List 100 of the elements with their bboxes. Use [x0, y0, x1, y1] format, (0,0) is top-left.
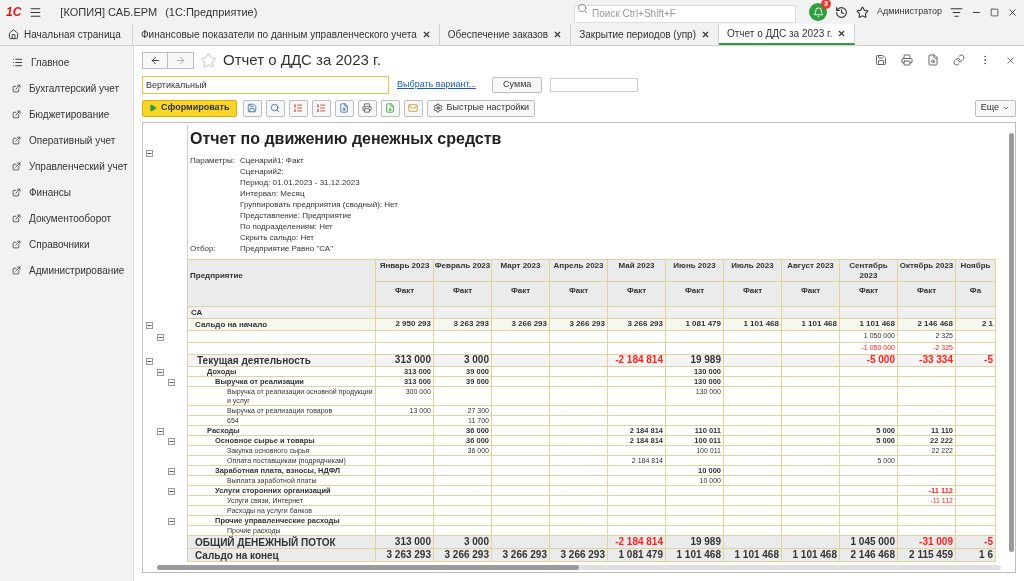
list-icon	[316, 103, 327, 113]
collapse-icon[interactable]	[146, 150, 153, 157]
tab[interactable]: Закрытие периодов (упр)	[571, 24, 719, 45]
table-cell: 1 101 468	[859, 319, 895, 328]
maximize-icon[interactable]	[990, 7, 999, 17]
parameter-text: Период: 01.01.2023 - 31.12.2023	[240, 177, 361, 188]
column-header: Июнь 2023	[673, 261, 716, 272]
collapse-icon[interactable]	[168, 487, 175, 495]
sidebar-item[interactable]: Администрирование	[0, 257, 133, 283]
row-label: Сальдо на начало	[195, 320, 268, 329]
list-icon	[12, 56, 23, 68]
table-cell: 3 263 293	[386, 549, 431, 560]
print-icon[interactable]	[901, 54, 913, 66]
link-icon[interactable]	[953, 54, 965, 66]
column-header: Май 2023	[618, 261, 655, 272]
table-cell: 1 045 000	[850, 536, 895, 547]
tab[interactable]: Начальная страница	[0, 24, 133, 45]
print-icon	[362, 103, 373, 113]
search-icon	[577, 3, 589, 14]
table-cell: 3 000	[463, 355, 489, 364]
parameters-label: Параметры:	[190, 155, 236, 167]
history-icon[interactable]	[835, 5, 849, 19]
collapse-icon[interactable]	[157, 333, 164, 341]
preview-button[interactable]	[334, 99, 354, 117]
column-header: Июль 2023	[731, 261, 774, 272]
generate-button[interactable]: Сформировать	[142, 99, 237, 117]
tab[interactable]: Обеспечение заказов	[439, 24, 572, 45]
sidebar-item[interactable]: Оперативный учет	[0, 127, 133, 153]
link-icon	[12, 187, 21, 197]
collapse-icon[interactable]	[157, 368, 164, 376]
table-cell: 19 989	[690, 536, 721, 547]
window-title: [КОПИЯ] САБ.ЕРМ	[60, 4, 158, 20]
quick-settings-button[interactable]: Быстрые настройки	[426, 99, 536, 117]
report-title: Отчет по движению денежных средств	[190, 129, 502, 149]
sidebar-item[interactable]: Документооборот	[0, 205, 133, 231]
table-cell: 2 146 468	[850, 549, 895, 560]
table-cell: 3 266 293	[511, 319, 547, 328]
collapse-icon[interactable]	[168, 378, 175, 386]
close-tab-icon[interactable]	[553, 30, 563, 39]
close-tab-icon[interactable]	[837, 29, 847, 38]
star-icon[interactable]	[856, 5, 870, 19]
table-cell: 1 101 468	[801, 319, 837, 328]
link-icon	[12, 135, 21, 145]
sidebar-item[interactable]: Управленческий учет	[0, 153, 133, 179]
table-cell: -5	[984, 536, 993, 547]
notifications-button[interactable]	[809, 3, 828, 21]
table-cell: 3 266 293	[444, 549, 489, 560]
settings-icon	[432, 103, 443, 113]
search-button[interactable]	[265, 99, 285, 117]
parameter-text: Интервал: Месяц	[240, 188, 306, 199]
table-cell: 3 266 293	[502, 549, 547, 560]
column-header: Январь 2023	[379, 261, 430, 272]
table-cell: 313 000	[394, 355, 431, 364]
back-button[interactable]	[142, 51, 168, 69]
sidebar-item[interactable]: Бюджетирование	[0, 101, 133, 127]
tab[interactable]: Финансовые показатели по данным управленческого учета	[133, 24, 440, 45]
collapse-icon[interactable]	[146, 321, 153, 329]
close-tab-icon[interactable]	[701, 30, 710, 39]
choose-variant-link[interactable]: Выбрать вариант...	[397, 78, 477, 92]
print-button[interactable]	[357, 99, 377, 117]
collapse-icon[interactable]	[146, 357, 153, 365]
logo: 1С	[6, 4, 22, 21]
table-cell: 1 101 468	[743, 319, 779, 328]
table-cell: 2 950 293	[395, 319, 431, 328]
window-subtitle: (1С:Предприятие)	[165, 4, 258, 20]
column-header: Март 2023	[500, 261, 541, 272]
collapse-icon[interactable]	[157, 427, 164, 435]
column-header: Предприятие	[190, 271, 243, 280]
menu-icon[interactable]	[29, 5, 43, 19]
user-name[interactable]: Администратор	[877, 5, 942, 19]
table-cell: -2 184 814	[615, 355, 663, 364]
sidebar-item[interactable]: Бухгалтерский учет	[0, 75, 133, 101]
sum-button[interactable]: Сумма	[492, 77, 543, 93]
parameter-text: Сценарий1: Факт	[240, 155, 305, 166]
search-field[interactable]: Поиск Ctrl+Shift+F	[574, 4, 797, 23]
column-subheader: Факт	[626, 285, 647, 297]
sidebar-item[interactable]: Финансы	[0, 179, 133, 205]
table-cell: 3 266 293	[569, 319, 605, 328]
back-icon	[149, 54, 161, 66]
collapse-icon[interactable]	[168, 437, 175, 445]
preview-icon[interactable]	[927, 54, 939, 66]
table-cell: 1 6	[979, 549, 993, 560]
row-label: ОБЩИЙ ДЕНЕЖНЫЙ ПОТОК	[195, 536, 336, 548]
collapse-icon[interactable]	[168, 467, 175, 475]
close-tab-icon[interactable]	[421, 30, 431, 39]
sidebar-item[interactable]: Главное	[0, 49, 133, 75]
variant-field[interactable]: Вертикальный	[142, 76, 389, 94]
sidebar-item[interactable]: Справочники	[0, 231, 133, 257]
column-subheader: Факт	[858, 285, 879, 297]
table-cell: 313 000	[394, 536, 431, 547]
close-icon[interactable]	[1007, 6, 1018, 18]
filter-icon[interactable]	[950, 5, 963, 19]
table-cell: 19 989	[690, 355, 721, 364]
tab[interactable]: Отчет о ДДС за 2023 г.	[719, 24, 856, 45]
link-icon	[12, 109, 21, 119]
more-button[interactable]: Еще	[974, 99, 1016, 117]
save-button[interactable]	[242, 99, 262, 117]
save-icon[interactable]	[875, 54, 887, 66]
close-icon[interactable]	[1005, 54, 1016, 66]
collapse-icon[interactable]	[168, 517, 175, 525]
